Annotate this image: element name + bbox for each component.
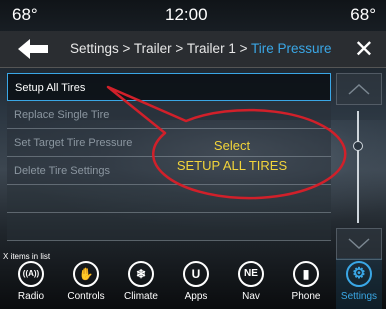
list-item-label: Replace Single Tire bbox=[14, 109, 110, 121]
scroll-up-button[interactable] bbox=[336, 73, 382, 105]
breadcrumb-current: Tire Pressure bbox=[250, 41, 332, 56]
nav-icon: NE bbox=[238, 261, 264, 287]
dock-apps[interactable]: U Apps bbox=[173, 258, 219, 309]
status-bar: 68° 12:00 68° bbox=[0, 0, 386, 30]
list-item-empty bbox=[7, 185, 331, 213]
dock-label: Climate bbox=[124, 291, 158, 302]
radio-icon: ((A)) bbox=[18, 261, 44, 287]
callout-line-1: Select bbox=[213, 138, 251, 153]
clock: 12:00 bbox=[165, 5, 208, 24]
dock-radio[interactable]: ((A)) Radio bbox=[8, 258, 54, 309]
breadcrumb: Settings > Trailer > Trailer 1 > Tire Pr… bbox=[70, 41, 332, 56]
list-item-setup-all-tires[interactable]: Setup All Tires bbox=[7, 73, 331, 101]
chevron-down-icon bbox=[348, 238, 370, 250]
dock-label: Radio bbox=[17, 291, 45, 302]
list-item-label: Setup All Tires bbox=[15, 82, 86, 94]
list-item-label: Delete Tire Settings bbox=[14, 165, 110, 177]
apps-icon: U bbox=[183, 261, 209, 287]
list-item-replace-single-tire[interactable]: Replace Single Tire bbox=[7, 101, 331, 129]
dock-label: Apps bbox=[184, 291, 208, 302]
scroll-down-button[interactable] bbox=[336, 228, 382, 260]
dock-phone[interactable]: ▮ Phone bbox=[283, 258, 329, 309]
dock-label: Settings bbox=[340, 291, 378, 302]
scroll-thumb[interactable] bbox=[353, 141, 363, 151]
callout-line-2: SETUP ALL TIRES bbox=[176, 158, 288, 173]
breadcrumb-path: Settings > Trailer > Trailer 1 > bbox=[70, 41, 251, 56]
scrollbar[interactable] bbox=[336, 73, 382, 260]
title-bar: Settings > Trailer > Trailer 1 > Tire Pr… bbox=[0, 31, 386, 68]
bottom-dock: ((A)) Radio ✋ Controls ❄ Climate U Apps … bbox=[0, 258, 386, 309]
list-item-label: Set Target Tire Pressure bbox=[14, 137, 133, 149]
dock-label: Controls bbox=[67, 291, 105, 302]
list-item-empty bbox=[7, 213, 331, 241]
scroll-track[interactable] bbox=[357, 111, 359, 223]
dock-controls[interactable]: ✋ Controls bbox=[63, 258, 109, 309]
settings-icon: ⚙ bbox=[346, 261, 372, 287]
dock-settings[interactable]: ⚙ Settings bbox=[336, 258, 382, 309]
chevron-up-icon bbox=[348, 83, 370, 95]
dock-label: Nav bbox=[242, 291, 260, 302]
controls-icon: ✋ bbox=[73, 261, 99, 287]
temperature-right[interactable]: 68° bbox=[350, 5, 376, 25]
temperature-left[interactable]: 68° bbox=[12, 5, 38, 25]
dock-nav[interactable]: NE Nav bbox=[228, 258, 274, 309]
phone-icon: ▮ bbox=[293, 261, 319, 287]
back-arrow-icon[interactable] bbox=[18, 39, 50, 59]
dock-climate[interactable]: ❄ Climate bbox=[118, 258, 164, 309]
close-icon[interactable]: ✕ bbox=[354, 35, 374, 64]
climate-icon: ❄ bbox=[128, 261, 154, 287]
callout-text: Select SETUP ALL TIRES bbox=[172, 136, 292, 176]
